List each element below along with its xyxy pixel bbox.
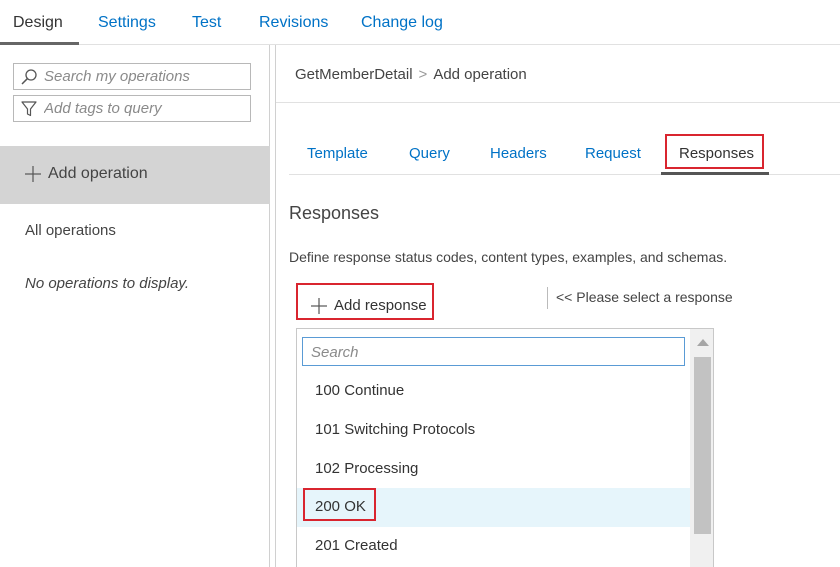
list-item[interactable]: 101 Switching Protocols: [297, 411, 690, 450]
header-divider: [276, 102, 840, 103]
add-operation-label: Add operation: [48, 165, 148, 182]
response-code-dropdown: 100 Continue 101 Switching Protocols 102…: [296, 328, 714, 567]
scrollbar-thumb[interactable]: [694, 357, 711, 534]
select-response-hint: << Please select a response: [556, 289, 733, 305]
tags-filter-box[interactable]: [13, 95, 251, 122]
scroll-up-arrow-icon[interactable]: [697, 339, 709, 346]
breadcrumb-separator: >: [418, 66, 428, 83]
list-item-label: 100 Continue: [315, 382, 405, 399]
tab-revisions[interactable]: Revisions: [259, 14, 328, 32]
add-response-button[interactable]: Add response: [296, 283, 434, 320]
list-item-label: 102 Processing: [315, 460, 419, 477]
operations-panel: Add operation All operations No operatio…: [0, 45, 270, 567]
add-response-label: Add response: [334, 297, 427, 314]
empty-operations-message: No operations to display.: [25, 275, 189, 292]
list-item-label: 201 Created: [315, 537, 398, 554]
subtab-request[interactable]: Request: [585, 145, 641, 162]
search-icon: [21, 69, 37, 85]
breadcrumb-current: Add operation: [433, 66, 527, 83]
dropdown-search-input[interactable]: [311, 342, 671, 362]
add-operation-button[interactable]: Add operation: [0, 146, 270, 204]
plus-icon: [25, 166, 41, 182]
subtab-headers[interactable]: Headers: [490, 145, 547, 162]
breadcrumb-api[interactable]: GetMemberDetail: [295, 66, 413, 83]
list-item-label: 101 Switching Protocols: [315, 421, 476, 438]
tags-filter-input[interactable]: [44, 98, 244, 119]
top-tab-bar: Design Settings Test Revisions Change lo…: [0, 0, 840, 45]
tab-test[interactable]: Test: [192, 14, 221, 32]
all-operations-link[interactable]: All operations: [25, 222, 116, 239]
responses-description: Define response status codes, content ty…: [289, 249, 728, 265]
ok-item-highlight: [303, 488, 376, 521]
dropdown-search-box[interactable]: [302, 337, 685, 366]
breadcrumb: GetMemberDetail > Add operation: [295, 66, 527, 83]
active-subtab-indicator: [661, 172, 769, 175]
search-operations-box[interactable]: [13, 63, 251, 90]
panel-divider: [275, 45, 276, 567]
subtab-template[interactable]: Template: [307, 145, 368, 162]
list-item[interactable]: 201 Created: [297, 527, 690, 566]
plus-icon: [311, 298, 327, 314]
tab-settings[interactable]: Settings: [98, 14, 156, 32]
detail-divider: [547, 287, 548, 309]
subtab-query[interactable]: Query: [409, 145, 450, 162]
list-item[interactable]: 100 Continue: [297, 372, 690, 411]
responses-tab-highlight: [665, 134, 764, 169]
search-operations-input[interactable]: [44, 66, 244, 87]
list-item[interactable]: 102 Processing: [297, 450, 690, 489]
tab-change-log[interactable]: Change log: [361, 14, 443, 32]
filter-icon: [21, 101, 37, 117]
responses-title: Responses: [289, 203, 380, 223]
tab-design[interactable]: Design: [13, 14, 63, 32]
